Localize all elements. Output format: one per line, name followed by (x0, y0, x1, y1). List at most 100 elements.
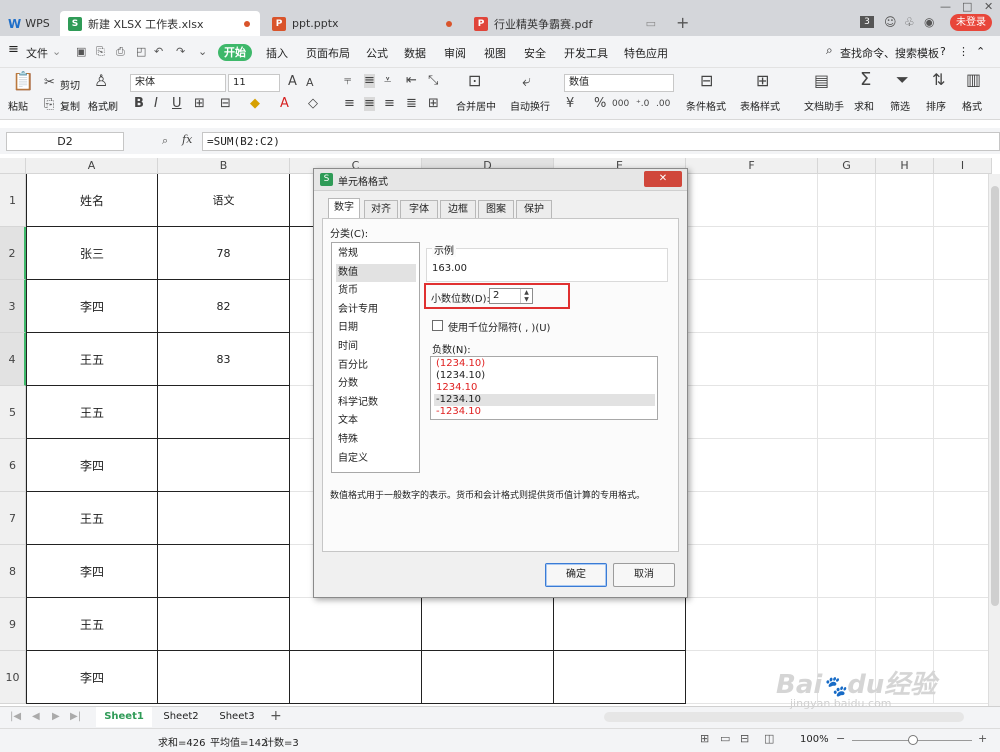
decimal-spinner-icon[interactable]: ▲ ▼ (520, 289, 532, 303)
category-item[interactable]: 数值 (336, 263, 416, 282)
align-middle-icon[interactable]: ≡ (364, 74, 375, 88)
horizontal-scrollbar[interactable] (604, 712, 964, 722)
row-header[interactable]: 7 (0, 492, 26, 545)
grid-cell[interactable] (876, 386, 934, 439)
category-item[interactable]: 货币 (336, 282, 416, 300)
grid-cell[interactable] (554, 651, 686, 704)
sheet-tab-1[interactable]: Sheet1 (96, 707, 152, 727)
grid-cell[interactable] (686, 333, 818, 386)
zoom-icon[interactable]: ⌕ (162, 134, 168, 148)
font-name-select[interactable]: 宋体 (130, 74, 226, 92)
align-top-icon[interactable]: ⫧ (344, 74, 351, 88)
category-item[interactable]: 常规 (336, 245, 416, 263)
tab-number[interactable]: 数字 (328, 198, 360, 219)
grid-cell[interactable]: 李四 (26, 651, 158, 704)
row-header[interactable]: 8 (0, 545, 26, 598)
align-bottom-icon[interactable]: ⩡ (384, 74, 391, 88)
grid-cell[interactable] (158, 651, 290, 704)
grid-cell[interactable]: 王五 (26, 492, 158, 545)
negative-format-item[interactable]: 1234.10 (434, 382, 655, 394)
conditional-format-icon[interactable]: ⊟ (700, 73, 713, 89)
menu-start[interactable]: 开始 (218, 44, 252, 61)
grid-cell[interactable] (934, 492, 992, 545)
grid-cell[interactable] (818, 492, 876, 545)
sheet-tab-3[interactable]: Sheet3 (210, 707, 264, 727)
menu-page-layout[interactable]: 页面布局 (306, 45, 350, 61)
category-item[interactable]: 日期 (336, 319, 416, 337)
orientation-icon[interactable]: ⤡ (428, 74, 438, 88)
grid-cell[interactable] (158, 386, 290, 439)
grid-cell[interactable] (876, 598, 934, 651)
category-item[interactable]: 文本 (336, 412, 416, 430)
menu-security[interactable]: 安全 (524, 45, 546, 61)
table-style-button[interactable]: 表格样式 (740, 98, 780, 113)
minimize-icon[interactable]: — (940, 0, 951, 13)
grid-cell[interactable] (934, 174, 992, 227)
menu-formula[interactable]: 公式 (366, 45, 388, 61)
col-header[interactable]: H (876, 158, 934, 174)
sort-icon[interactable]: ⇅ (932, 72, 945, 88)
category-item[interactable]: 百分比 (336, 357, 416, 375)
grid-cell[interactable]: 姓名 (26, 174, 158, 227)
scroll-thumb[interactable] (991, 186, 999, 606)
thousands-checkbox[interactable] (432, 320, 443, 331)
copy-icon[interactable]: ⎘ (44, 98, 54, 112)
row-header[interactable]: 9 (0, 598, 26, 651)
zoom-in-icon[interactable]: + (978, 732, 987, 745)
redo-icon[interactable]: ↷ (176, 45, 185, 58)
grid-cell[interactable] (686, 545, 818, 598)
distribute-icon[interactable]: ⊞ (428, 97, 439, 111)
grid-cell[interactable]: 李四 (26, 439, 158, 492)
collapse-ribbon-icon[interactable]: ⌃ (976, 45, 985, 58)
row-header[interactable]: 10 (0, 651, 26, 704)
category-item[interactable]: 分数 (336, 375, 416, 393)
grid-cell[interactable]: 张三 (26, 227, 158, 280)
percent-icon[interactable]: % (594, 97, 606, 111)
tab-alignment[interactable]: 对齐 (364, 200, 398, 218)
negative-format-item[interactable]: -1234.10 (434, 406, 655, 418)
grid-cell[interactable] (818, 439, 876, 492)
sum-button[interactable]: 求和 (854, 98, 874, 113)
col-header[interactable]: A (26, 158, 158, 174)
grid-cell[interactable] (686, 386, 818, 439)
wrap-text-icon[interactable]: ⤶ (522, 73, 531, 89)
currency-icon[interactable]: ¥ (566, 97, 574, 111)
fill-color-icon[interactable]: ◆ (250, 97, 260, 111)
category-list[interactable]: 常规 数值 货币 会计专用 日期 时间 百分比 分数 科学记数 文本 特殊 自定义 (331, 242, 420, 473)
cancel-button[interactable]: 取消 (613, 563, 675, 587)
grid-cell[interactable] (686, 280, 818, 333)
grid-cell[interactable] (422, 651, 554, 704)
menu-special[interactable]: 特色应用 (624, 45, 668, 61)
row-header[interactable]: 6 (0, 439, 26, 492)
negative-format-item[interactable]: -1234.10 (434, 394, 655, 406)
grid-cell[interactable] (818, 386, 876, 439)
row-header[interactable]: 2 (0, 227, 26, 280)
account-icon[interactable]: ◉ (924, 15, 934, 29)
normal-view-icon[interactable]: ⊞ (700, 732, 709, 745)
grid-cell[interactable] (934, 651, 992, 704)
col-header[interactable]: B (158, 158, 290, 174)
merge-center-icon[interactable]: ⊡ (468, 73, 481, 89)
negative-list[interactable]: (1234.10) (1234.10) 1234.10 -1234.10 -1234.1… (430, 356, 658, 420)
grid-cell[interactable] (818, 280, 876, 333)
grid-cell[interactable] (934, 386, 992, 439)
sum-icon[interactable]: Σ (860, 71, 871, 89)
fill-border-icon[interactable]: ⊟ (220, 97, 231, 111)
menu-data[interactable]: 数据 (404, 45, 426, 61)
thousands-icon[interactable]: 000 (612, 97, 629, 111)
cut-icon[interactable]: ✂ (44, 76, 55, 90)
menu-review[interactable]: 审阅 (444, 45, 466, 61)
maximize-icon[interactable]: □ (962, 0, 972, 13)
clear-icon[interactable]: ◇ (308, 97, 318, 111)
merge-center-button[interactable]: 合并居中 (456, 98, 496, 113)
grid-cell[interactable] (934, 280, 992, 333)
row-header[interactable]: 3 (0, 280, 26, 333)
col-header[interactable]: I (934, 158, 992, 174)
grid-cell[interactable] (876, 439, 934, 492)
grid-cell[interactable] (818, 227, 876, 280)
grid-cell[interactable]: 82 (158, 280, 290, 333)
format-icon[interactable]: ▥ (966, 72, 981, 88)
hamburger-icon[interactable]: ≡ (8, 42, 19, 57)
formula-input[interactable]: =SUM(B2:C2) (202, 132, 1000, 151)
bold-icon[interactable]: B (134, 97, 144, 111)
